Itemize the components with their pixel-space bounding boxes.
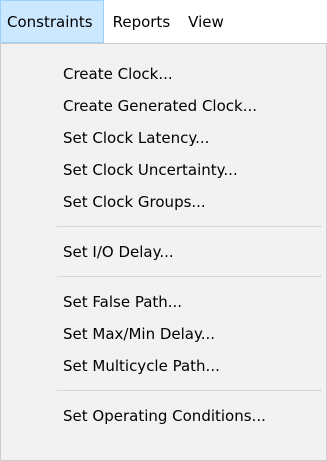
menu-view[interactable]: View — [179, 0, 233, 43]
menu-view-label: View — [188, 12, 224, 31]
menu-separator — [57, 226, 322, 227]
menu-item-set-clock-groups[interactable]: Set Clock Groups... — [63, 186, 206, 218]
menu-bar: Constraints Reports View — [0, 0, 327, 43]
constraints-dropdown-menu: Create Clock... Create Generated Clock..… — [0, 43, 327, 461]
menu-item-label: Set False Path... — [63, 293, 183, 311]
menu-item-set-clock-latency[interactable]: Set Clock Latency... — [63, 122, 209, 154]
menu-item-set-operating-conditions[interactable]: Set Operating Conditions... — [63, 400, 266, 432]
menu-separator — [57, 390, 322, 391]
menu-constraints-label: Constraints — [7, 12, 93, 31]
menu-reports-label: Reports — [112, 12, 171, 31]
menu-item-set-io-delay[interactable]: Set I/O Delay... — [63, 236, 174, 268]
menu-item-label: Set Clock Uncertainty... — [63, 161, 238, 179]
menu-item-set-false-path[interactable]: Set False Path... — [63, 286, 182, 318]
menu-item-label: Set Operating Conditions... — [63, 407, 266, 425]
menu-item-set-clock-uncertainty[interactable]: Set Clock Uncertainty... — [63, 154, 238, 186]
menu-item-create-clock[interactable]: Create Clock... — [63, 58, 173, 90]
menu-item-label: Set Max/Min Delay... — [63, 325, 216, 343]
menu-item-set-max-min-delay[interactable]: Set Max/Min Delay... — [63, 318, 215, 350]
menu-reports[interactable]: Reports — [104, 0, 180, 43]
menu-item-set-multicycle-path[interactable]: Set Multicycle Path... — [63, 350, 220, 382]
menu-item-label: Set I/O Delay... — [63, 243, 174, 261]
menu-separator — [57, 276, 322, 277]
menu-item-label: Set Multicycle Path... — [63, 357, 220, 375]
menu-item-label: Create Clock... — [63, 65, 173, 83]
menu-item-label: Set Clock Latency... — [63, 129, 210, 147]
menu-item-create-generated-clock[interactable]: Create Generated Clock... — [63, 90, 257, 122]
menu-item-label: Create Generated Clock... — [63, 97, 258, 115]
menu-item-label: Set Clock Groups... — [63, 193, 206, 211]
menu-constraints[interactable]: Constraints — [0, 0, 104, 43]
